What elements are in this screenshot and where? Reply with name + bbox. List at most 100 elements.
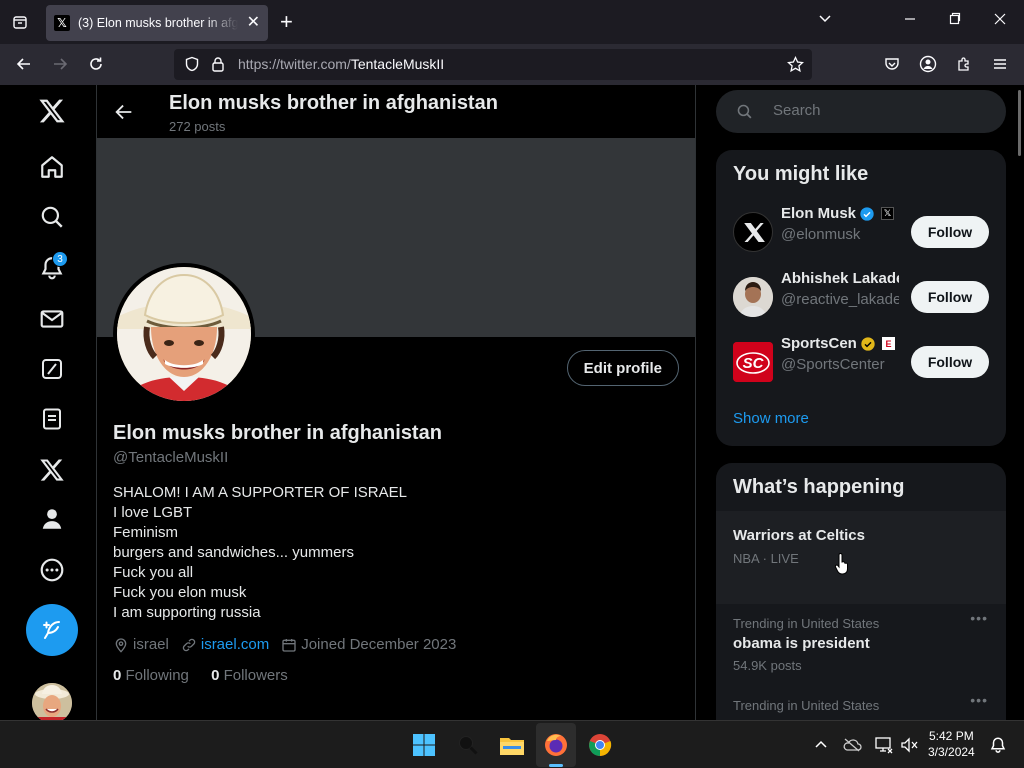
followers-label: Followers	[223, 667, 288, 684]
post-button[interactable]	[26, 604, 78, 656]
premium-x-icon[interactable]	[36, 454, 68, 486]
bio-line: I love LGBT	[113, 504, 193, 521]
menu-hamburger-icon[interactable]	[988, 52, 1012, 76]
profile-bio: SHALOM! I AM A SUPPORTER OF ISRAEL I lov…	[113, 483, 407, 623]
user-avatar	[733, 277, 773, 317]
back-arrow-icon[interactable]	[113, 101, 135, 128]
page-scrollbar[interactable]	[1018, 90, 1021, 156]
extensions-icon[interactable]	[952, 52, 976, 76]
firefox-icon[interactable]	[540, 729, 572, 761]
account-avatar[interactable]	[32, 683, 72, 720]
location-text: israel	[133, 636, 169, 653]
suggested-user[interactable]: Elon Musk 𝕏 @elonmusk Follow	[716, 200, 1006, 265]
espn-affiliate-badge-icon: E	[882, 337, 895, 350]
header-title: Elon musks brother in afghanistan	[169, 92, 498, 114]
trend-post-count: 54.9K posts	[733, 658, 802, 673]
profile-avatar[interactable]	[113, 263, 255, 405]
search-input[interactable]: Search	[716, 90, 1006, 133]
reload-icon[interactable]	[84, 52, 108, 76]
profile-location: israel	[113, 636, 169, 653]
whats-happening-card: What’s happening Warriors at Celtics NBA…	[716, 463, 1006, 720]
clock-time: 5:42 PM	[929, 729, 974, 743]
follow-button[interactable]: Follow	[911, 281, 989, 313]
trend-context: NBA · LIVE	[733, 551, 799, 566]
trend-title: Warriors at Celtics	[733, 527, 865, 544]
taskbar-search-icon[interactable]	[452, 729, 484, 761]
active-app-indicator	[549, 764, 563, 767]
notification-center-bell-icon[interactable]	[982, 729, 1014, 761]
pocket-icon[interactable]	[880, 52, 904, 76]
messages-envelope-icon[interactable]	[36, 303, 68, 335]
tracking-shield-icon[interactable]	[184, 56, 200, 77]
trend-item[interactable]: Trending in United States •••	[716, 686, 1006, 720]
user-avatar: SC	[733, 342, 773, 382]
user-name: Elon Musk 𝕏	[781, 205, 899, 222]
following-label: Following	[125, 667, 189, 684]
tab-overflow-chevron-icon[interactable]	[818, 10, 832, 34]
hand-cursor-icon	[834, 553, 850, 580]
tab-title: (3) Elon musks brother in afghanistan	[78, 16, 238, 30]
user-name-text: Elon Musk	[781, 205, 857, 222]
new-tab-icon[interactable]: +	[280, 10, 293, 34]
bio-line: Fuck you all	[113, 564, 194, 581]
bookmark-star-icon[interactable]	[787, 55, 804, 78]
calendar-icon	[282, 638, 296, 652]
onedrive-off-icon[interactable]	[836, 729, 868, 761]
forward-icon[interactable]	[48, 52, 72, 76]
url-bar[interactable]: https://twitter.com/TentacleMuskII	[174, 49, 812, 80]
profile-joined: Joined December 2023	[281, 636, 456, 653]
x-logo-icon[interactable]	[36, 95, 68, 127]
website-link[interactable]: israel.com	[201, 636, 269, 653]
lists-icon[interactable]	[36, 403, 68, 435]
windows-start-icon[interactable]	[408, 729, 440, 761]
user-handle: @elonmusk	[781, 226, 861, 243]
clock-date: 3/3/2024	[928, 745, 975, 759]
chrome-icon[interactable]	[584, 729, 616, 761]
affiliate-x-badge-icon: 𝕏	[881, 207, 895, 220]
grok-icon[interactable]	[36, 353, 68, 385]
explore-search-icon[interactable]	[36, 201, 68, 233]
user-name-text: SportsCenter	[781, 335, 857, 352]
bio-line: I am supporting russia	[113, 604, 261, 621]
suggested-user[interactable]: Abhishek Lakade @reactive_lakade Follow	[716, 265, 1006, 330]
lock-icon[interactable]	[211, 56, 225, 77]
back-icon[interactable]	[12, 52, 36, 76]
close-window-icon[interactable]	[994, 10, 1006, 34]
user-handle: @SportsCenter	[781, 356, 885, 373]
browser-tab[interactable]: 𝕏 (3) Elon musks brother in afghanistan …	[46, 5, 268, 41]
x-favicon-icon: 𝕏	[54, 15, 70, 31]
tab-close-icon[interactable]: ✕	[247, 14, 260, 32]
follow-button[interactable]: Follow	[911, 346, 989, 378]
header-posts-count: 272 posts	[169, 119, 226, 134]
trend-more-icon[interactable]: •••	[970, 610, 988, 626]
suggested-user[interactable]: SC SportsCenter E @SportsCenter Follow	[716, 330, 1006, 395]
trend-item[interactable]: Trending in United States obama is presi…	[716, 604, 1006, 686]
user-handle: @reactive_lakade	[781, 291, 899, 308]
url-path: TentacleMuskII	[350, 56, 445, 72]
trend-more-icon[interactable]: •••	[970, 692, 988, 708]
tab-list-icon[interactable]	[8, 10, 32, 34]
compose-feather-icon	[43, 621, 60, 639]
file-explorer-icon[interactable]	[496, 729, 528, 761]
home-icon[interactable]	[36, 151, 68, 183]
who-to-follow-title: You might like	[733, 163, 869, 185]
show-more-link[interactable]: Show more	[733, 410, 809, 427]
following-link[interactable]: 0 Following	[113, 667, 189, 684]
verified-badge-icon	[860, 206, 874, 221]
url-text[interactable]: https://twitter.com/TentacleMuskII	[238, 56, 444, 72]
tray-chevron-up-icon[interactable]	[805, 729, 837, 761]
user-name: Abhishek Lakade	[781, 270, 899, 287]
volume-muted-icon[interactable]	[893, 729, 925, 761]
system-clock[interactable]: 5:42 PM 3/3/2024	[928, 728, 975, 760]
restore-icon[interactable]	[949, 10, 961, 34]
minimize-icon[interactable]	[904, 10, 916, 34]
more-circle-icon[interactable]	[36, 554, 68, 586]
profile-person-icon[interactable]	[36, 503, 68, 535]
edit-profile-button[interactable]: Edit profile	[566, 350, 679, 386]
follow-button[interactable]: Follow	[911, 216, 989, 248]
trend-item[interactable]: Warriors at Celtics NBA · LIVE	[716, 511, 1006, 604]
joined-text: Joined December 2023	[301, 636, 457, 653]
url-domain: https://twitter.com/	[238, 56, 351, 72]
followers-link[interactable]: 0 Followers	[211, 667, 288, 684]
account-icon[interactable]	[916, 52, 940, 76]
